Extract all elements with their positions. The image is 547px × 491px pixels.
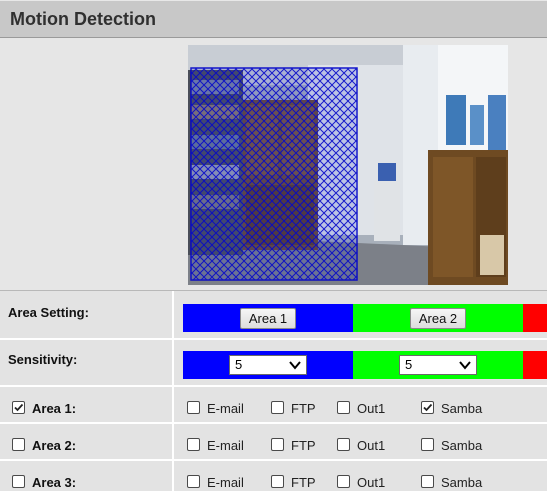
area-1-samba-checkbox[interactable]: [421, 401, 434, 414]
area-setting-label-cell: Area Setting:: [0, 291, 174, 338]
area-1-out1-label: Out1: [357, 401, 386, 416]
area-2-checkbox[interactable]: [12, 438, 25, 451]
area-1-button[interactable]: Area 1: [240, 308, 296, 329]
area-1-row: Area 1: E-mail FTP Out1 Samba: [0, 387, 547, 424]
checkmark-icon: [14, 403, 24, 412]
area-1-sensitivity-value: 5: [235, 357, 243, 372]
area-2-email-label: E-mail: [207, 438, 244, 453]
area-1-checkbox[interactable]: [12, 401, 25, 414]
chevron-down-icon: [459, 361, 471, 370]
area-2-label: Area 2:: [32, 438, 77, 453]
sensitivity-row: Sensitivity: 5 5: [0, 340, 547, 387]
area-3-checkbox[interactable]: [12, 475, 25, 488]
area-1-email-checkbox[interactable]: [187, 401, 200, 414]
area-3-label: Area 3:: [32, 475, 77, 490]
area-1-email-label: E-mail: [207, 401, 244, 416]
area-3-email-checkbox[interactable]: [187, 475, 200, 488]
area-3-sensitivity-bar: [523, 351, 547, 379]
area-3-samba-checkbox[interactable]: [421, 475, 434, 488]
area-setting-row: Area Setting: Area 1 Area 2: [0, 291, 547, 340]
area-2-sensitivity-value: 5: [405, 357, 413, 372]
page-title: Motion Detection: [10, 9, 156, 29]
page-header: Motion Detection: [0, 0, 547, 38]
area-2-out1-checkbox[interactable]: [337, 438, 350, 451]
area-3-row: Area 3: E-mail FTP Out1 Samba: [0, 461, 547, 491]
checkmark-icon: [423, 403, 433, 412]
area-1-ftp-label: FTP: [291, 401, 316, 416]
area-1-ftp-checkbox[interactable]: [271, 401, 284, 414]
area-3-out1-checkbox[interactable]: [337, 475, 350, 488]
area-3-out1-label: Out1: [357, 475, 386, 490]
camera-preview[interactable]: [188, 45, 508, 285]
area-2-samba-checkbox[interactable]: [421, 438, 434, 451]
area-2-button[interactable]: Area 2: [410, 308, 466, 329]
area-2-samba-label: Samba: [441, 438, 483, 453]
area-3-ftp-label: FTP: [291, 475, 316, 490]
area-1-label-cell: Area 1:: [0, 387, 174, 422]
area-2-email-checkbox[interactable]: [187, 438, 200, 451]
area-2-ftp-label: FTP: [291, 438, 316, 453]
area-2-label-cell: Area 2:: [0, 424, 174, 459]
sensitivity-label-cell: Sensitivity:: [0, 340, 174, 385]
area-3-samba-label: Samba: [441, 475, 483, 490]
chevron-down-icon: [289, 361, 301, 370]
area-2-ftp-checkbox[interactable]: [271, 438, 284, 451]
area-1-sensitivity-select[interactable]: 5: [229, 355, 307, 375]
area-3-ftp-checkbox[interactable]: [271, 475, 284, 488]
area-3-color-bar: [523, 304, 547, 332]
area-3-label-cell: Area 3:: [0, 461, 174, 491]
sensitivity-label: Sensitivity:: [8, 352, 78, 367]
area-2-out1-label: Out1: [357, 438, 386, 453]
area-3-email-label: E-mail: [207, 475, 244, 490]
area-1-label: Area 1:: [32, 401, 77, 416]
area-2-sensitivity-select[interactable]: 5: [399, 355, 477, 375]
area-setting-label: Area Setting:: [8, 305, 89, 320]
camera-image: [188, 45, 508, 285]
preview-row: [0, 38, 547, 291]
area-1-samba-label: Samba: [441, 401, 483, 416]
area-2-row: Area 2: E-mail FTP Out1 Samba: [0, 424, 547, 461]
area-1-out1-checkbox[interactable]: [337, 401, 350, 414]
